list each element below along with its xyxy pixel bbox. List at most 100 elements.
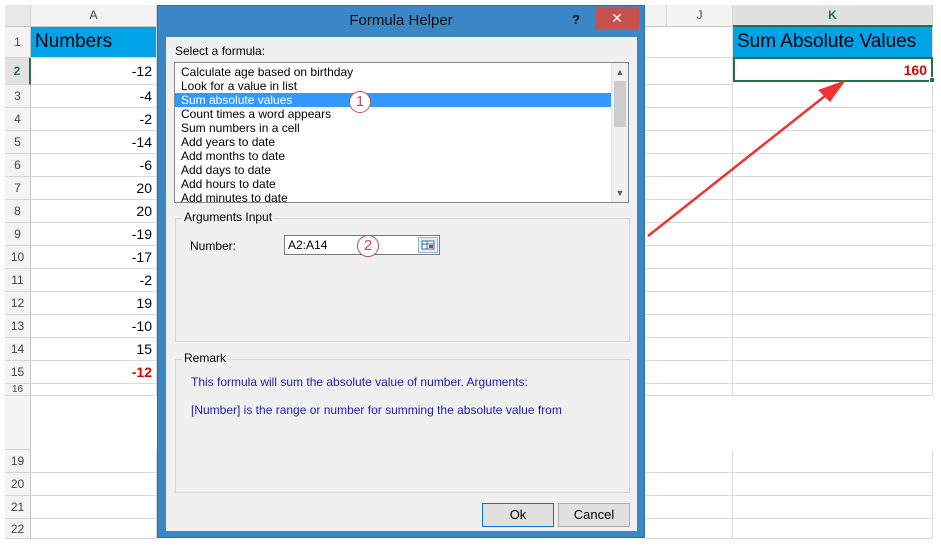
cell-a-value[interactable]: -14	[31, 131, 157, 154]
dialog-titlebar[interactable]: Formula Helper ? ✕	[158, 6, 644, 36]
cell-a-value[interactable]: -6	[31, 154, 157, 177]
select-all-corner[interactable]	[5, 5, 31, 27]
cell-j[interactable]	[645, 154, 733, 177]
row-header-19[interactable]: 19	[5, 450, 31, 473]
cell-a-value[interactable]: -12	[31, 58, 157, 85]
cell-a-value[interactable]: 20	[31, 177, 157, 200]
column-header-a[interactable]: A	[31, 5, 157, 27]
row-header-1[interactable]: 1	[5, 27, 31, 58]
cell-k[interactable]	[733, 131, 933, 154]
cell-j[interactable]	[645, 108, 733, 131]
cell-a-value[interactable]: 15	[31, 338, 157, 361]
cell-a-value[interactable]: -4	[31, 85, 157, 108]
cell-a-value[interactable]: -2	[31, 108, 157, 131]
row-header-13[interactable]: 13	[5, 315, 31, 338]
cell-j[interactable]	[645, 292, 733, 315]
row-header-12[interactable]: 12	[5, 292, 31, 315]
row-header-hidden[interactable]	[5, 396, 31, 450]
row-header-7[interactable]: 7	[5, 177, 31, 200]
formula-list-item[interactable]: Sum numbers in a cell	[175, 121, 612, 135]
cell-a[interactable]	[31, 384, 157, 396]
row-header-9[interactable]: 9	[5, 223, 31, 246]
row-header-20[interactable]: 20	[5, 473, 31, 496]
range-select-button[interactable]	[418, 237, 438, 253]
formula-list-item[interactable]: Add years to date	[175, 135, 612, 149]
formula-list[interactable]: Calculate age based on birthday Look for …	[174, 62, 629, 203]
cell-k[interactable]	[733, 154, 933, 177]
row-header-21[interactable]: 21	[5, 496, 31, 519]
cell-j[interactable]	[645, 269, 733, 292]
cell-k[interactable]	[733, 473, 933, 496]
cell-j[interactable]	[645, 315, 733, 338]
formula-list-item[interactable]: Count times a word appears	[175, 107, 612, 121]
column-header-j[interactable]: J	[667, 5, 733, 27]
cell-j[interactable]	[645, 246, 733, 269]
cell-j[interactable]	[645, 496, 733, 519]
cell-j[interactable]	[645, 200, 733, 223]
cell-j[interactable]	[645, 27, 733, 58]
row-header-5[interactable]: 5	[5, 131, 31, 154]
cell-a[interactable]	[31, 519, 157, 539]
cell-a[interactable]	[31, 496, 157, 519]
cell-k[interactable]	[733, 450, 933, 473]
cell-a-value[interactable]: -10	[31, 315, 157, 338]
cell-k[interactable]	[733, 246, 933, 269]
scroll-thumb[interactable]	[614, 81, 626, 127]
row-header-16[interactable]: 16	[5, 384, 31, 396]
formula-list-item[interactable]: Add hours to date	[175, 177, 612, 191]
cell-j[interactable]	[645, 473, 733, 496]
row-header-2[interactable]: 2	[5, 58, 31, 85]
cell-a[interactable]	[31, 473, 157, 496]
formula-list-item[interactable]: Add days to date	[175, 163, 612, 177]
cell-k[interactable]	[733, 269, 933, 292]
cell-k[interactable]	[733, 315, 933, 338]
scroll-up-icon[interactable]: ▲	[612, 64, 628, 80]
row-header-8[interactable]: 8	[5, 200, 31, 223]
ok-button[interactable]: Ok	[482, 503, 554, 527]
cell-k[interactable]	[733, 519, 933, 539]
cell-j[interactable]	[645, 85, 733, 108]
cell-k[interactable]	[733, 496, 933, 519]
row-header-3[interactable]: 3	[5, 85, 31, 108]
cell-j[interactable]	[645, 58, 733, 85]
row-header-14[interactable]: 14	[5, 338, 31, 361]
formula-list-item[interactable]: Sum absolute values	[175, 93, 612, 107]
cell-a[interactable]	[31, 450, 157, 473]
cell-k[interactable]	[733, 338, 933, 361]
cell-j[interactable]	[645, 384, 733, 396]
fill-handle[interactable]	[929, 77, 935, 83]
cell-j[interactable]	[645, 177, 733, 200]
column-header-k[interactable]: K	[733, 5, 933, 27]
help-button[interactable]: ?	[564, 10, 588, 30]
formula-list-item[interactable]: Calculate age based on birthday	[175, 65, 612, 79]
cell-a-value[interactable]: -12	[31, 361, 157, 384]
cell-a-value[interactable]: 19	[31, 292, 157, 315]
cell-j[interactable]	[645, 519, 733, 539]
cell-j[interactable]	[645, 131, 733, 154]
cell-a1-header[interactable]: Numbers	[31, 27, 157, 58]
cell-k[interactable]	[733, 200, 933, 223]
formula-list-scrollbar[interactable]: ▲ ▼	[611, 63, 628, 202]
formula-list-item[interactable]: Add minutes to date	[175, 191, 612, 202]
row-header-11[interactable]: 11	[5, 269, 31, 292]
cell-a-value[interactable]: -2	[31, 269, 157, 292]
cell-k2-result[interactable]: 160	[733, 57, 933, 82]
cell-j[interactable]	[645, 338, 733, 361]
cell-k[interactable]	[733, 177, 933, 200]
row-header-4[interactable]: 4	[5, 108, 31, 131]
row-header-22[interactable]: 22	[5, 519, 31, 539]
cell-k[interactable]	[733, 361, 933, 384]
cell-k[interactable]	[733, 292, 933, 315]
column-header-i[interactable]	[645, 5, 667, 27]
cell-a-value[interactable]: 20	[31, 200, 157, 223]
cell-k[interactable]	[733, 223, 933, 246]
scroll-down-icon[interactable]: ▼	[612, 185, 628, 201]
row-header-6[interactable]: 6	[5, 154, 31, 177]
row-header-10[interactable]: 10	[5, 246, 31, 269]
cell-j[interactable]	[645, 361, 733, 384]
cell-a-value[interactable]: -19	[31, 223, 157, 246]
cell-j[interactable]	[645, 223, 733, 246]
formula-list-item[interactable]: Add months to date	[175, 149, 612, 163]
formula-list-item[interactable]: Look for a value in list	[175, 79, 612, 93]
cell-k1-header[interactable]: Sum Absolute Values	[733, 27, 933, 58]
